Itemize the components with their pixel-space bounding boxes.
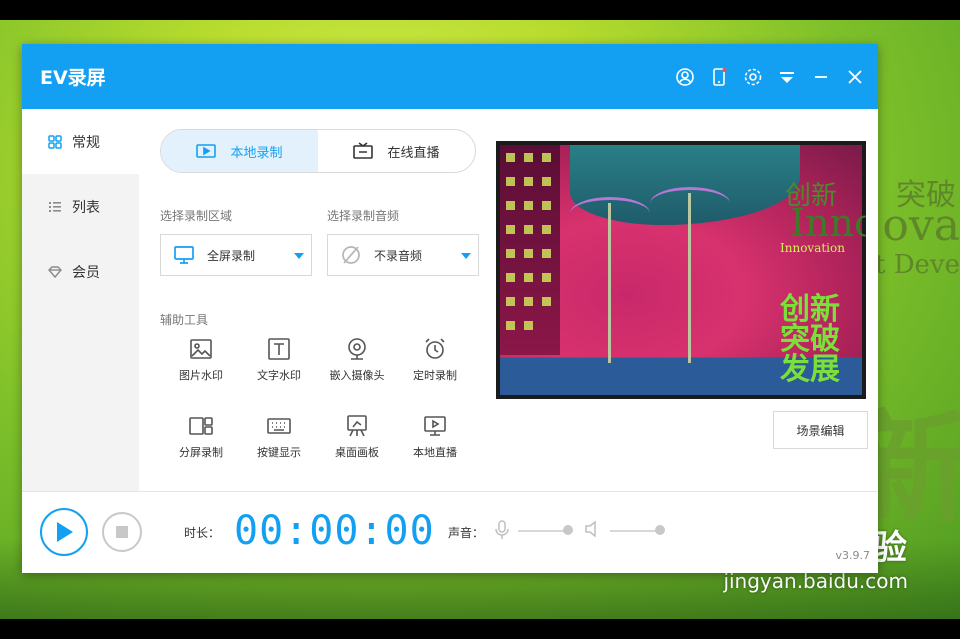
sidebar-item-label: 常规 xyxy=(72,134,100,151)
tool-text-watermark[interactable]: 文字水印 xyxy=(247,337,311,383)
record-area-value: 全屏录制 xyxy=(207,248,256,263)
settings-icon[interactable] xyxy=(742,66,764,88)
tool-label: 本地直播 xyxy=(413,446,457,459)
stop-record-button[interactable] xyxy=(102,512,142,552)
preview-desktop-icons xyxy=(500,145,560,355)
image-icon xyxy=(190,339,212,359)
tool-key-display[interactable]: 按键显示 xyxy=(247,414,311,460)
list-icon xyxy=(48,200,62,214)
phone-icon[interactable] xyxy=(708,66,730,88)
tool-split-screen[interactable]: 分屏录制 xyxy=(169,414,233,460)
preview-green-text: 创新 xyxy=(780,292,840,327)
scene-edit-button[interactable]: 场景编辑 xyxy=(773,411,868,449)
start-record-button[interactable] xyxy=(40,508,88,556)
stop-icon xyxy=(116,526,128,538)
sidebar-item-member[interactable]: 会员 xyxy=(22,239,139,304)
title-bar-controls xyxy=(674,44,866,109)
monitor-icon xyxy=(424,416,446,436)
preview-stem xyxy=(688,193,691,363)
chevron-down-icon xyxy=(294,253,304,259)
desktop-text: ova xyxy=(882,200,960,251)
sound-label: 声音： xyxy=(448,526,485,540)
webcam-icon xyxy=(348,338,366,360)
preview-green-text: 突破 xyxy=(780,322,840,357)
tools-label: 辅助工具 xyxy=(160,313,209,327)
split-screen-icon xyxy=(189,417,213,435)
app-version: v3.9.7 xyxy=(835,549,871,562)
preview-image: 创新 Innov Innovation 创新 突破 发展 xyxy=(500,145,866,395)
tool-label: 分屏录制 xyxy=(179,446,223,459)
diamond-icon xyxy=(48,265,62,279)
grid-icon xyxy=(48,134,62,149)
preview-text: Innovation xyxy=(780,241,845,255)
tab-label: 在线直播 xyxy=(387,145,440,161)
record-area-select[interactable]: 全屏录制 xyxy=(160,234,312,276)
tool-label: 图片水印 xyxy=(179,369,223,382)
sidebar-item-list[interactable]: 列表 xyxy=(22,174,139,239)
tool-label: 定时录制 xyxy=(413,369,457,382)
text-icon xyxy=(268,338,290,360)
duration-label: 时长： xyxy=(184,526,221,540)
easel-icon xyxy=(347,415,367,437)
tool-label: 文字水印 xyxy=(257,369,301,382)
speaker-volume-knob[interactable] xyxy=(655,525,665,535)
app-window: EV录屏 常规 列表 会员 本地录制 在线直播 选择录制区域 全屏录制 选择录制… xyxy=(22,44,878,573)
tab-live-stream[interactable]: 在线直播 xyxy=(318,130,475,172)
tool-desktop-board[interactable]: 桌面画板 xyxy=(325,414,389,460)
sidebar: 常规 列表 会员 xyxy=(22,109,139,491)
tool-local-live[interactable]: 本地直播 xyxy=(403,414,467,460)
record-area-label: 选择录制区域 xyxy=(160,209,233,223)
monitor-icon xyxy=(173,244,195,266)
control-bar: 时长： 00:00:00 声音： v3.9.7 xyxy=(22,491,878,574)
tool-image-watermark[interactable]: 图片水印 xyxy=(169,337,233,383)
microphone-icon[interactable] xyxy=(494,520,510,540)
preview-text: Innov xyxy=(790,201,866,245)
close-icon[interactable] xyxy=(844,66,866,88)
alarm-icon xyxy=(425,338,445,359)
microphone-volume-knob[interactable] xyxy=(563,525,573,535)
mode-tabs: 本地录制 在线直播 xyxy=(160,129,476,173)
keyboard-icon xyxy=(267,418,291,434)
sidebar-item-label: 列表 xyxy=(72,199,100,216)
tool-label: 桌面画板 xyxy=(335,446,379,459)
microphone-volume-slider[interactable] xyxy=(518,530,566,532)
app-title: EV录屏 xyxy=(40,67,106,89)
tab-local-record[interactable]: 本地录制 xyxy=(161,130,318,172)
tool-label: 嵌入摄像头 xyxy=(329,369,385,382)
menu-icon[interactable] xyxy=(776,66,798,88)
play-icon xyxy=(57,522,73,542)
minimize-icon[interactable] xyxy=(810,66,832,88)
chevron-down-icon xyxy=(461,253,471,259)
record-timer: 00:00:00 xyxy=(234,508,435,554)
mute-icon xyxy=(340,244,362,266)
tv-icon xyxy=(353,142,374,160)
record-audio-label: 选择录制音频 xyxy=(327,209,400,223)
user-icon[interactable] xyxy=(674,66,696,88)
main-panel: 本地录制 在线直播 选择录制区域 全屏录制 选择录制音频 不录音频 辅助工具 图… xyxy=(139,109,878,491)
speaker-icon[interactable] xyxy=(584,520,602,538)
preview-green-text: 发展 xyxy=(780,352,840,387)
screen-preview: 创新 Innov Innovation 创新 突破 发展 xyxy=(496,141,866,399)
speaker-volume-slider[interactable] xyxy=(610,530,658,532)
tool-timer-record[interactable]: 定时录制 xyxy=(403,337,467,383)
tool-webcam[interactable]: 嵌入摄像头 xyxy=(325,337,389,383)
record-audio-select[interactable]: 不录音频 xyxy=(327,234,479,276)
sidebar-item-general[interactable]: 常规 xyxy=(22,109,139,174)
tab-label: 本地录制 xyxy=(230,145,283,161)
title-bar[interactable]: EV录屏 xyxy=(22,44,878,109)
record-icon xyxy=(196,142,217,160)
record-audio-value: 不录音频 xyxy=(374,248,423,263)
preview-stem xyxy=(608,203,611,363)
sidebar-item-label: 会员 xyxy=(72,264,100,281)
tool-label: 按键显示 xyxy=(257,446,301,459)
